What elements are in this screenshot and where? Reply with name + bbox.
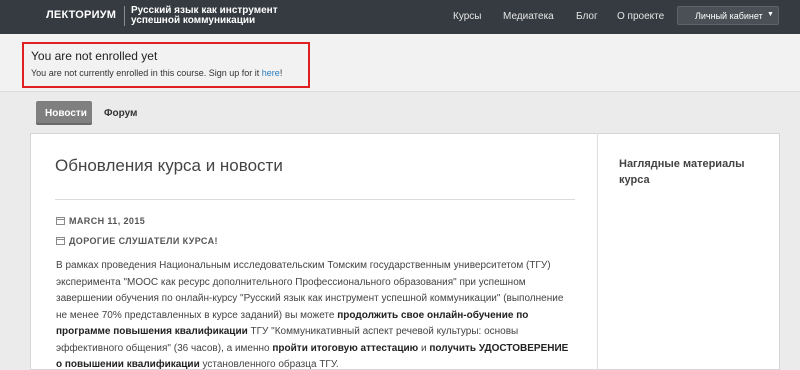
- top-navigation-bar: ЛЕКТОРИУМ Русский язык как инструмент ус…: [0, 0, 800, 34]
- title-divider: [55, 199, 575, 200]
- tab-news-label: Новости: [45, 108, 87, 119]
- nav-about-link[interactable]: О проекте: [617, 11, 664, 22]
- news-date-text: MARCH 11, 2015: [69, 216, 146, 226]
- enrollment-notice: You are not enrolled yet You are not cur…: [22, 42, 310, 88]
- personal-account-label: Личный кабинет: [695, 11, 763, 21]
- news-date: MARCH 11, 2015: [56, 216, 145, 226]
- news-subject: ДОРОГИЕ СЛУШАТЕЛИ КУРСА!: [56, 236, 218, 246]
- news-bold-part: пройти итоговую аттестацию: [272, 342, 419, 354]
- news-subject-text: ДОРОГИЕ СЛУШАТЕЛИ КУРСА!: [69, 236, 218, 246]
- news-text-part: и: [418, 342, 430, 354]
- course-title[interactable]: Русский язык как инструмент успешной ком…: [131, 6, 281, 26]
- notice-text-after: !: [279, 68, 283, 78]
- calendar-icon: [56, 237, 65, 245]
- notice-text: You are not currently enrolled in this c…: [31, 68, 282, 78]
- logo-divider: [124, 6, 125, 26]
- caret-down-icon: ▼: [767, 11, 774, 18]
- enroll-here-link[interactable]: here: [262, 68, 280, 78]
- notice-text-before: You are not currently enrolled in this c…: [31, 68, 262, 78]
- calendar-icon: [56, 217, 65, 225]
- tab-forum[interactable]: Форум: [102, 101, 142, 125]
- site-logo[interactable]: ЛЕКТОРИУМ: [46, 9, 116, 21]
- nav-media-library-link[interactable]: Медиатека: [503, 11, 554, 22]
- tab-news[interactable]: Новости: [36, 101, 92, 125]
- nav-blog-link[interactable]: Блог: [576, 11, 598, 22]
- sidebar-title: Наглядные материалы курса: [619, 158, 745, 186]
- notice-title: You are not enrolled yet: [31, 49, 158, 63]
- personal-account-dropdown[interactable]: Личный кабинет ▼: [677, 6, 779, 25]
- tab-forum-label: Форум: [104, 108, 138, 119]
- news-body: В рамках проведения Национальным исследо…: [56, 258, 576, 370]
- sidebar-divider: [597, 133, 598, 370]
- nav-courses-link[interactable]: Курсы: [453, 11, 481, 22]
- news-text-part: установленного образца ТГУ.: [199, 359, 339, 370]
- page-title: Обновления курса и новости: [55, 156, 283, 175]
